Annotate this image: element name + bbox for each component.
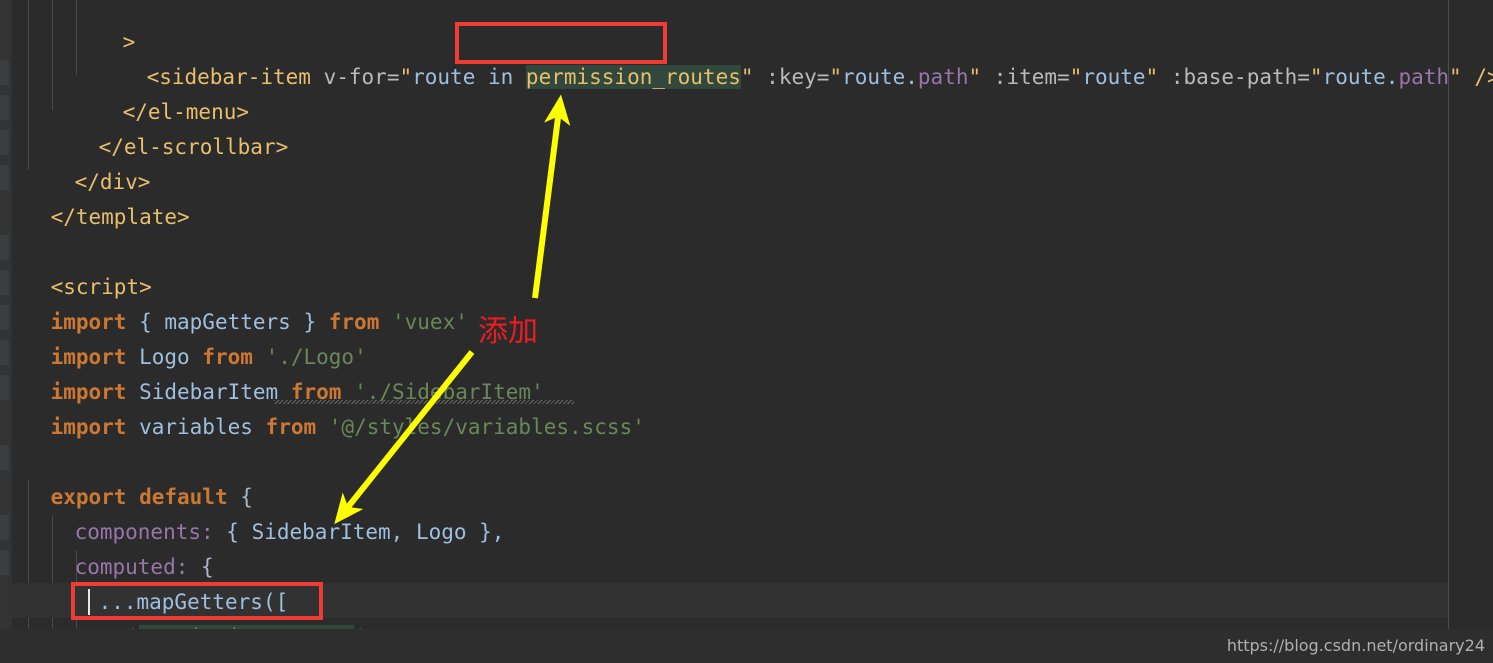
code-line-import-mapgetters[interactable]: import { mapGetters } from 'vuex' [0, 270, 468, 334]
code-token-import-name: variables [139, 415, 253, 439]
code-token-route: route. [842, 65, 918, 89]
code-token-attr-item: :item= [993, 65, 1070, 89]
code-token-module-path: 'vuex' [392, 310, 468, 334]
code-token-route: route. [1322, 65, 1399, 89]
watermark-url: https://blog.csdn.net/ordinary24 [1226, 636, 1485, 655]
gutter-change-marker[interactable] [0, 130, 9, 155]
code-line-import-sidebaritem[interactable]: import SidebarItem from './SidebarItem' [0, 340, 544, 404]
code-token-module-path: '@/styles/variables.scss' [328, 415, 645, 439]
code-token-permission-routes-template[interactable]: permission_routes [525, 65, 741, 89]
code-line-close-el-menu[interactable]: </el-menu> [72, 60, 249, 124]
code-line-close-div[interactable]: </div> [24, 130, 151, 194]
code-token-quote: " [968, 65, 982, 89]
code-line-permission-routes-getter[interactable]: 'permission_routes', [76, 585, 379, 649]
code-line-components[interactable]: components: { SidebarItem, Logo }, [24, 480, 505, 544]
code-token-quote: " [1145, 65, 1159, 89]
gutter-change-marker[interactable] [0, 95, 9, 120]
code-line-script-open[interactable]: <script> [0, 235, 152, 299]
code-token-keyword-from: from [265, 415, 317, 439]
code-token-route-in: route in [412, 65, 526, 89]
code-line-mapgetters[interactable]: ...mapGetters([ [48, 550, 289, 614]
text-caret [88, 589, 90, 615]
code-line-close-el-scrollbar[interactable]: </el-scrollbar> [48, 95, 289, 159]
code-token-quote: " [740, 65, 754, 89]
code-token-path: path [1398, 65, 1450, 89]
code-line-close-template[interactable]: </template> [0, 165, 190, 229]
code-token-self-close: /> [1474, 65, 1493, 89]
code-token-quote: " [829, 65, 843, 89]
annotation-label-add: 添加 [478, 314, 538, 349]
editor-right-edge [1448, 0, 1449, 663]
code-token-attr-vfor: v-for= [323, 65, 400, 89]
code-line-export-default[interactable]: export default { [0, 445, 253, 509]
inspection-squiggly-underline [274, 400, 574, 404]
code-token-quote: " [399, 65, 413, 89]
code-line-sidebar-item[interactable]: <sidebar-item v-for="route in permission… [96, 25, 1493, 89]
code-token-attr-key: :key= [766, 65, 830, 89]
code-line-import-variables[interactable]: import variables from '@/styles/variable… [0, 375, 645, 439]
code-token-keyword-import: import [50, 415, 127, 439]
gutter-change-marker[interactable] [0, 550, 9, 575]
code-line-computed[interactable]: computed: { [24, 515, 214, 579]
code-token-quote: " [1069, 65, 1083, 89]
code-token: </template> [50, 205, 190, 229]
gutter-change-marker[interactable] [0, 60, 9, 85]
code-token-quote: " [1309, 65, 1323, 89]
code-token-quote: " [1449, 65, 1462, 89]
code-editor-screenshot: > <sidebar-item v-for="route in permissi… [0, 0, 1493, 663]
code-token-components-value: { SidebarItem, Logo }, [213, 520, 505, 544]
code-line-import-logo[interactable]: import Logo from './Logo' [0, 305, 367, 369]
code-token-attr-basepath: :base-path= [1170, 65, 1310, 89]
code-token-path: path [917, 65, 969, 89]
indent-guide [52, 0, 53, 110]
code-token-item-value: route [1082, 65, 1146, 89]
